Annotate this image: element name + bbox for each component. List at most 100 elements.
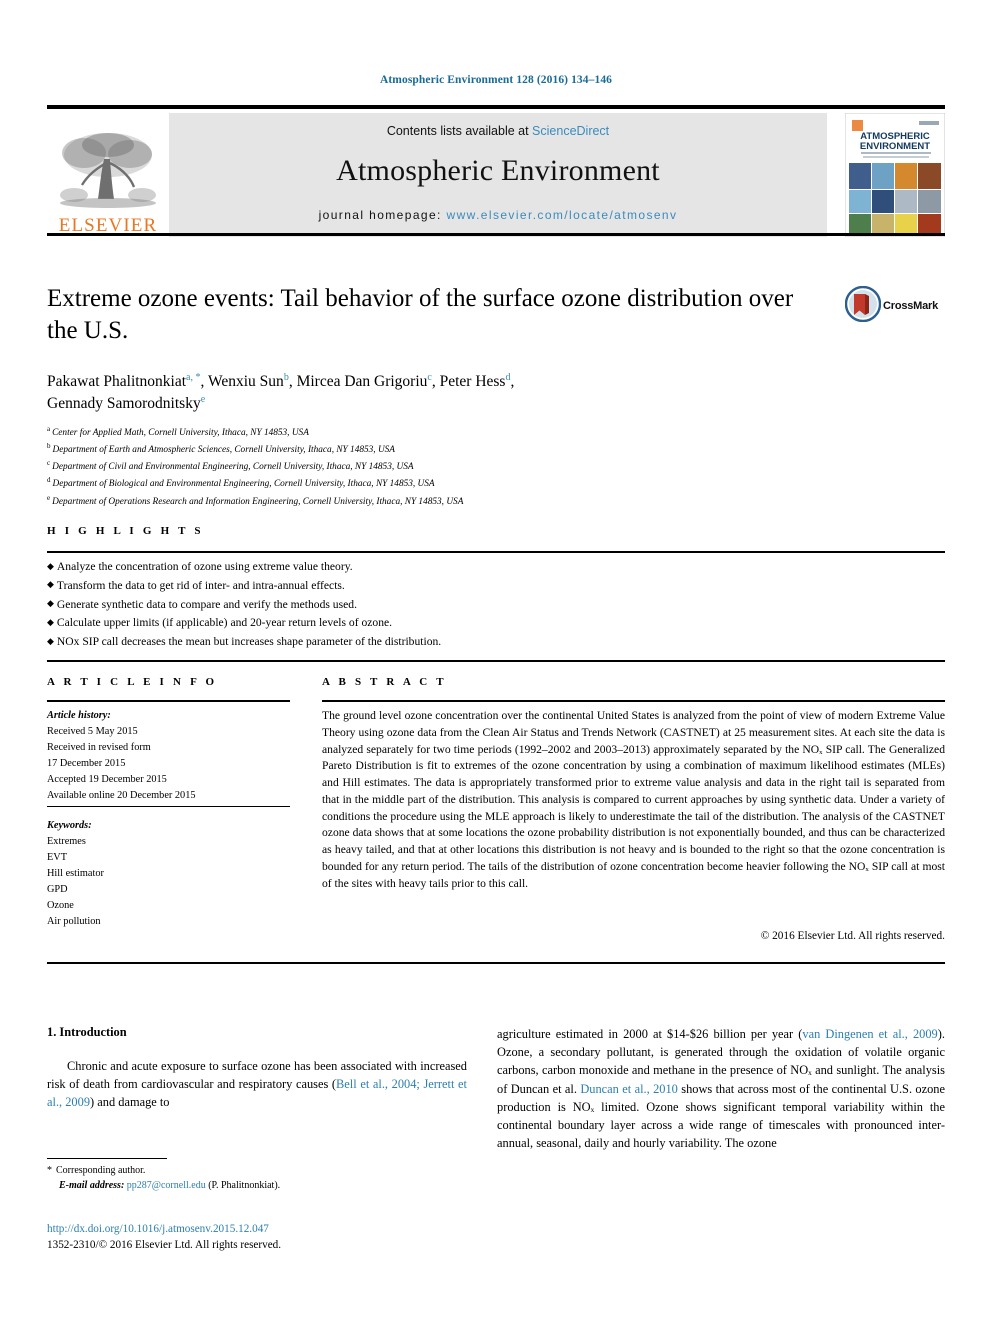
journal-masthead: ELSEVIER Contents lists available at Sci… bbox=[47, 105, 946, 238]
abstract-rule bbox=[322, 700, 945, 702]
highlight-text: NOx SIP call decreases the mean but incr… bbox=[56, 635, 442, 649]
affiliation-e: e Department of Operations Research and I… bbox=[47, 493, 817, 510]
elsevier-logo: ELSEVIER bbox=[47, 113, 169, 237]
abstract-text: The ground level ozone concentration ove… bbox=[322, 709, 945, 890]
affiliation-list: a Center for Applied Math, Cornell Univer… bbox=[47, 424, 817, 510]
highlight-item: ◆ Transform the data to get rid of inter-… bbox=[47, 577, 747, 596]
highlight-text: Calculate upper limits (if applicable) a… bbox=[56, 616, 393, 630]
citation-link-van-dingenen[interactable]: van Dingenen et al., 2009 bbox=[802, 1027, 937, 1041]
author-4-marks: e bbox=[200, 394, 206, 406]
journal-title: Atmospheric Environment bbox=[336, 154, 660, 187]
author-1: Wenxiu Sun bbox=[207, 373, 284, 391]
svg-text:ENVIRONMENT: ENVIRONMENT bbox=[860, 141, 930, 152]
history-available-online: Available online 20 December 2015 bbox=[47, 790, 196, 802]
bullet-icon: ◆ bbox=[47, 560, 54, 571]
bullet-icon: ◆ bbox=[47, 635, 54, 646]
highlight-text: Transform the data to get rid of inter- … bbox=[56, 578, 345, 592]
highlight-item: ◆ Calculate upper limits (if applicable) … bbox=[47, 614, 747, 633]
homepage-url-link[interactable]: www.elsevier.com/locate/atmosenv bbox=[447, 208, 678, 222]
citation-link-duncan[interactable]: Duncan et al., 2010 bbox=[580, 1082, 678, 1096]
email-suffix: (P. Phalitnonkiat). bbox=[208, 1180, 281, 1191]
intro-paragraph-right: agriculture estimated in 2000 at $14-$26… bbox=[497, 1025, 945, 1152]
author-0: Pakawat Phalitnonkiat bbox=[47, 373, 187, 391]
bullet-icon: ◆ bbox=[47, 579, 54, 590]
author-2-marks: c bbox=[427, 372, 432, 383]
affiliation-d-text: Department of Biological and Environment… bbox=[52, 479, 435, 490]
author-0-marks: a, * bbox=[186, 372, 201, 383]
keyword-item: Hill estimator bbox=[47, 868, 104, 880]
history-divider-rule bbox=[47, 806, 290, 807]
keyword-item: Ozone bbox=[47, 900, 74, 912]
contents-prefix: Contents lists available at bbox=[386, 124, 533, 138]
highlight-item: ◆ Analyze the concentration of ozone usin… bbox=[47, 558, 747, 577]
history-revised-date: 17 December 2015 bbox=[47, 758, 126, 770]
crossmark-icon bbox=[844, 285, 882, 323]
sciencedirect-link[interactable]: ScienceDirect bbox=[532, 124, 609, 138]
affiliation-e-text: Department of Operations Research and In… bbox=[52, 496, 464, 507]
intro-paragraph-left: Chronic and acute exposure to surface oz… bbox=[47, 1057, 467, 1112]
corresponding-author-text: Corresponding author. bbox=[56, 1165, 146, 1176]
body-column-left: 1. Introduction Chronic and acute exposu… bbox=[47, 1025, 467, 1112]
email-link[interactable]: pp287@cornell.edu bbox=[127, 1180, 206, 1191]
keyword-list: Keywords: Extremes EVT Hill estimator GP… bbox=[47, 818, 297, 930]
author-list: Pakawat Phalitnonkiata, *, Wenxiu Sunb, … bbox=[47, 372, 515, 413]
highlights-list: ◆ Analyze the concentration of ozone usin… bbox=[47, 558, 747, 652]
footnote-block: * Corresponding author. E-mail address: p… bbox=[47, 1163, 467, 1193]
history-accepted: Accepted 19 December 2015 bbox=[47, 774, 167, 786]
article-history-label: Article history: bbox=[47, 710, 111, 721]
title-divider-rule bbox=[47, 233, 945, 236]
affiliation-c-text: Department of Civil and Environmental En… bbox=[52, 462, 414, 473]
history-received: Received 5 May 2015 bbox=[47, 726, 138, 738]
corresponding-author-line: * Corresponding author. bbox=[47, 1163, 467, 1178]
crossmark-label: CrossMark bbox=[883, 300, 939, 312]
article-first-page: Atmospheric Environment 128 (2016) 134–1… bbox=[0, 0, 992, 1323]
affiliation-d-mark: d bbox=[47, 476, 51, 485]
keyword-item: Air pollution bbox=[47, 916, 101, 928]
affiliation-d: d Department of Biological and Environmen… bbox=[47, 475, 817, 492]
email-label: E-mail address: bbox=[59, 1180, 125, 1191]
issn-copyright-line: 1352-2310/© 2016 Elsevier Ltd. All right… bbox=[47, 1238, 282, 1251]
homepage-prefix: journal homepage: bbox=[318, 208, 447, 222]
abstract-copyright: © 2016 Elsevier Ltd. All rights reserved… bbox=[760, 930, 945, 942]
running-head: Atmospheric Environment 128 (2016) 134–1… bbox=[379, 74, 613, 86]
affiliation-c: c Department of Civil and Environmental E… bbox=[47, 458, 817, 475]
crossmark-badge[interactable]: CrossMark bbox=[844, 285, 945, 334]
affiliation-a-mark: a bbox=[47, 425, 51, 433]
footnote-divider-rule bbox=[47, 1158, 167, 1159]
article-info-rule bbox=[47, 700, 290, 702]
bullet-icon: ◆ bbox=[47, 616, 54, 627]
journal-cover-thumbnail: ATMOSPHERIC ENVIRONMENT bbox=[844, 112, 946, 238]
keyword-item: GPD bbox=[47, 884, 68, 896]
affiliation-a: a Center for Applied Math, Cornell Univer… bbox=[47, 424, 817, 441]
history-revised-label: Received in revised form bbox=[47, 742, 151, 754]
author-3: Peter Hess bbox=[439, 373, 506, 391]
info-section-top-rule bbox=[47, 660, 945, 662]
journal-homepage-line: journal homepage: www.elsevier.com/locat… bbox=[319, 208, 678, 222]
elsevier-tree-icon bbox=[60, 133, 156, 208]
highlights-heading: H I G H L I G H T S bbox=[47, 525, 204, 537]
abstract-heading: A B S T R A C T bbox=[322, 676, 447, 688]
highlight-item: ◆ Generate synthetic data to compare and … bbox=[47, 596, 747, 615]
affiliation-e-mark: e bbox=[47, 493, 51, 502]
affiliation-b: b Department of Earth and Atmospheric Sci… bbox=[47, 441, 817, 458]
highlight-text: Analyze the concentration of ozone using… bbox=[56, 560, 353, 573]
intro-text-part2: ) and damage to bbox=[90, 1095, 170, 1110]
highlight-text: Generate synthetic data to compare and v… bbox=[56, 597, 357, 611]
page-title: Extreme ozone events: Tail behavior of t… bbox=[47, 285, 794, 344]
article-info-heading: A R T I C L E I N F O bbox=[47, 676, 218, 688]
masthead-center: Contents lists available at ScienceDirec… bbox=[169, 113, 827, 237]
body-column-right: agriculture estimated in 2000 at $14-$26… bbox=[497, 1025, 945, 1152]
affiliation-b-text: Department of Earth and Atmospheric Scie… bbox=[52, 445, 395, 456]
highlights-rule bbox=[47, 551, 945, 553]
asterisk-icon: * bbox=[47, 1165, 52, 1176]
doi-link[interactable]: http://dx.doi.org/10.1016/j.atmosenv.201… bbox=[47, 1222, 507, 1238]
right-text-part1: agriculture estimated in 2000 at $14-$26… bbox=[497, 1027, 803, 1041]
cover-image: ATMOSPHERIC ENVIRONMENT bbox=[844, 112, 946, 238]
email-line: E-mail address: pp287@cornell.edu (P. Ph… bbox=[47, 1178, 467, 1193]
article-history: Article history: Received 5 May 2015 Rec… bbox=[47, 708, 297, 804]
author-2: Mircea Dan Grigoriu bbox=[296, 373, 428, 391]
affiliation-a-text: Center for Applied Math, Cornell Univers… bbox=[52, 428, 309, 439]
doi-block: http://dx.doi.org/10.1016/j.atmosenv.201… bbox=[47, 1222, 507, 1254]
keyword-item: Extremes bbox=[47, 836, 86, 848]
contents-list-line: Contents lists available at ScienceDirec… bbox=[387, 124, 609, 138]
